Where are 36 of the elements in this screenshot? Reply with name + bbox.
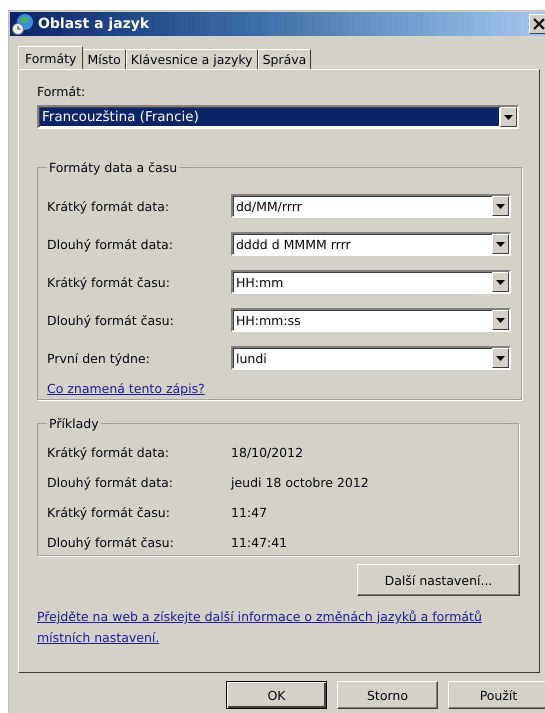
dialog-button[interactable]: Storno (337, 681, 438, 709)
field-label: Krátký formát data: (47, 198, 170, 214)
format-dropdown[interactable]: dddd d MMMM rrrr (231, 232, 511, 256)
example-value: jeudi 18 octobre 2012 (231, 474, 369, 490)
field-label: Dlouhý formát času: (47, 312, 175, 328)
tab[interactable]: Správa (258, 49, 312, 69)
field-label: Krátký formát času: (47, 274, 171, 290)
example-label: Dlouhý formát data: (47, 474, 174, 490)
format-dropdown[interactable]: lundi (231, 346, 511, 370)
close-button[interactable] (529, 14, 545, 34)
more-settings-button[interactable]: Další nastavení... (357, 564, 520, 596)
tab[interactable]: Formáty (18, 46, 84, 69)
field-label: Dlouhý formát data: (47, 236, 174, 252)
window-title: Oblast a jazyk (38, 16, 150, 32)
group-title: Příklady (48, 416, 100, 431)
example-label: Krátký formát času: (47, 504, 171, 520)
example-label: Dlouhý formát času: (47, 534, 175, 550)
format-dropdown[interactable]: dd/MM/rrrr (231, 194, 511, 218)
example-value: 11:47:41 (231, 534, 288, 550)
example-label: Krátký formát data: (47, 444, 170, 460)
example-value: 11:47 (231, 504, 268, 520)
field-label: První den týdne: (47, 350, 151, 366)
format-dropdown[interactable]: Francouzština (Francie) (37, 105, 519, 129)
close-icon (533, 18, 545, 30)
format-dropdown[interactable]: HH:mm (231, 270, 511, 294)
tab[interactable]: Klávesnice a jazyky (126, 49, 258, 69)
help-link[interactable]: Co znamená tento zápis? (47, 381, 205, 396)
group-title: Formáty data a času (48, 160, 178, 175)
example-value: 18/10/2012 (231, 444, 304, 460)
dialog-button[interactable]: OK (226, 681, 327, 709)
dialog-button[interactable]: Použít (448, 681, 545, 709)
tab[interactable]: Místo (82, 49, 126, 69)
info-link[interactable]: Přejděte na web a získejte další informace o změnách jazyků a formátů místních nastavení. (37, 606, 519, 648)
globe-clock-icon (12, 13, 34, 35)
field-label: Formát: (37, 84, 86, 99)
format-dropdown[interactable]: HH:mm:ss (231, 308, 511, 332)
